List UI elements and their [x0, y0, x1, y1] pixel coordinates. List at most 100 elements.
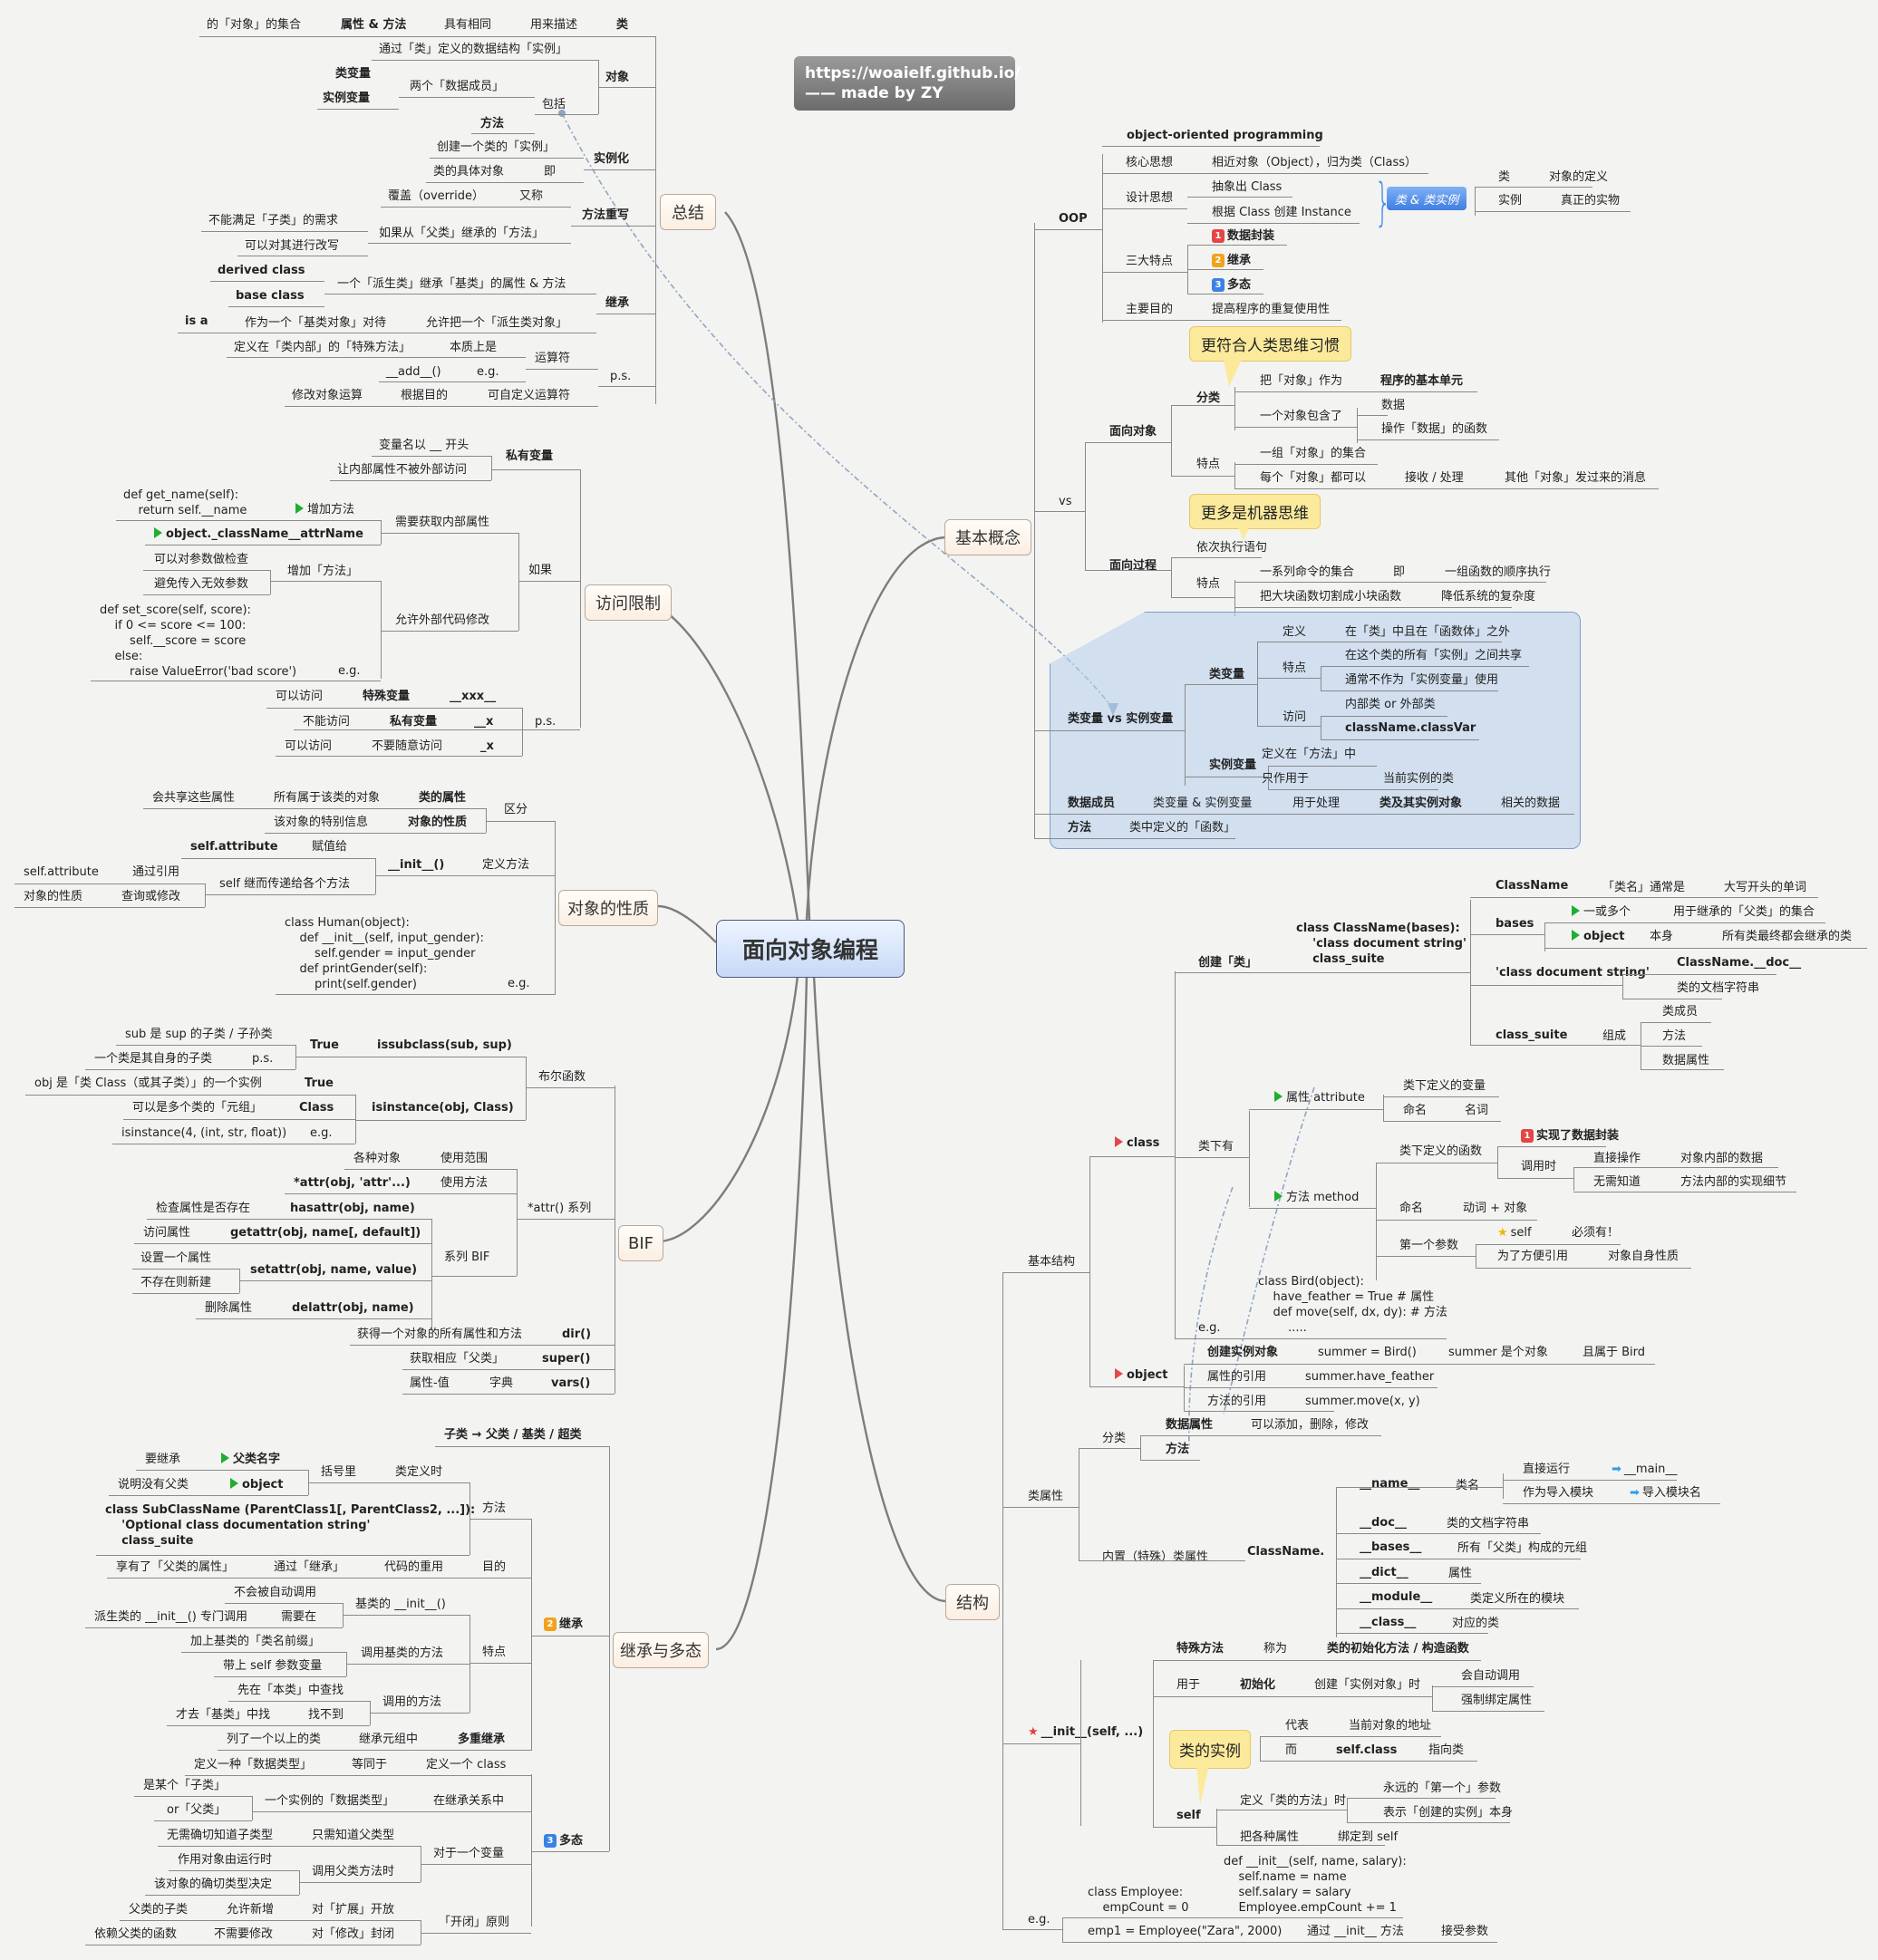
label: ClassName. — [1247, 1545, 1325, 1559]
connector-line — [1002, 1743, 1080, 1744]
label: 继承 — [1227, 254, 1252, 267]
connector-line — [1475, 211, 1631, 212]
label: isinstance(4, (int, str, float)) — [121, 1126, 287, 1140]
green-flag-icon — [1274, 1191, 1283, 1202]
connector-line — [1544, 922, 1825, 923]
label: 表示「创建的实例」本身 — [1383, 1806, 1514, 1820]
label: 核心思想 — [1126, 156, 1174, 169]
label: 才去「基类」中找 — [176, 1708, 271, 1722]
connector-line — [1260, 1761, 1477, 1762]
connector-line — [1249, 1208, 1376, 1209]
label: 代码的重用 — [384, 1560, 444, 1574]
connector-line — [107, 1578, 531, 1579]
label: summer.have_feather — [1305, 1370, 1435, 1384]
arrow-right-icon: ➡ — [1612, 1463, 1621, 1476]
label: 提高程序的重复使用性 — [1212, 303, 1331, 316]
label: 父类名字 — [233, 1453, 281, 1466]
label: base class — [236, 289, 305, 303]
label: 继承 — [559, 1617, 584, 1631]
connector-line — [421, 1864, 531, 1865]
connector-line — [25, 1095, 355, 1096]
label: 命名 — [1403, 1104, 1428, 1117]
label: 如果从「父类」继承的「方法」 — [379, 227, 545, 240]
label: self 继而传递给各个方法 — [219, 877, 351, 891]
label: 称为 — [1263, 1642, 1288, 1656]
connector-line — [1376, 1163, 1377, 1280]
mangled-name: object._className__attrName — [154, 527, 363, 542]
label: 面向过程 — [1109, 559, 1157, 573]
label: summer = Bird() — [1318, 1346, 1417, 1359]
label: 把「对象」作为 — [1260, 374, 1343, 388]
central-topic[interactable]: 面向对象编程 — [716, 920, 905, 978]
label: 方法 method — [1286, 1191, 1360, 1204]
label: 多态 — [559, 1834, 584, 1848]
label: 绑定到 self — [1338, 1830, 1399, 1844]
connector-line — [1503, 1503, 1720, 1504]
code-snippet: class Employee: empCount = 0 — [1088, 1886, 1189, 1915]
label: 类定义所在的模块 — [1470, 1592, 1565, 1606]
label: True — [305, 1077, 334, 1090]
label: 基类的 __init__() — [355, 1598, 446, 1611]
connector-line — [1184, 1366, 1185, 1411]
connector-line — [431, 1276, 517, 1277]
topic-object-properties[interactable]: 对象的性质 — [558, 890, 658, 926]
topic-bif[interactable]: BIF — [618, 1225, 663, 1261]
connector-line — [227, 357, 526, 358]
connector-line — [145, 545, 381, 546]
signature-url[interactable]: https://woaielf.github.io/ — [805, 63, 1021, 83]
tag-object: object — [230, 1478, 283, 1492]
connector-line — [375, 858, 376, 894]
label: 只需知道父类型 — [312, 1829, 395, 1842]
label: 先在「本类」中查找 — [237, 1684, 344, 1697]
topic-structure[interactable]: 结构 — [945, 1584, 1000, 1620]
label: 无需知道 — [1593, 1175, 1641, 1189]
connector-line — [598, 386, 655, 387]
connector-line — [1062, 1917, 1403, 1918]
connector-line — [522, 708, 523, 756]
label: 抽象出 Class — [1212, 180, 1283, 194]
label: self.attribute — [24, 865, 99, 879]
connector-line — [1234, 387, 1235, 430]
connector-line — [1641, 1022, 1711, 1023]
connector-line — [1376, 1256, 1476, 1257]
topic-access-restriction[interactable]: 访问限制 — [585, 584, 672, 621]
label: 要继承 — [145, 1453, 181, 1466]
label: 三大特点 — [1126, 255, 1174, 268]
label: 类变量 — [335, 67, 372, 81]
topic-summary[interactable]: 总结 — [660, 194, 716, 230]
connector-line — [1234, 391, 1477, 392]
label: 可以添加，删除，修改 — [1251, 1418, 1370, 1432]
label: 继承元组中 — [359, 1733, 419, 1746]
node-method: 方法 method — [1274, 1191, 1359, 1205]
label: dir() — [562, 1328, 592, 1341]
label: 定义方法 — [482, 858, 530, 872]
class-and-instance-chip[interactable]: 类 & 类实例 — [1387, 187, 1467, 210]
topic-inheritance-polymorphism[interactable]: 继承与多态 — [613, 1632, 709, 1668]
connector-line — [526, 1087, 615, 1088]
label: 数据封装 — [1227, 229, 1275, 243]
connector-line — [1216, 1809, 1217, 1845]
label: self — [1510, 1226, 1532, 1240]
label: 获取相应「父类」 — [410, 1352, 505, 1366]
connector-line — [1034, 730, 1185, 731]
tag-self: ★ self — [1497, 1226, 1532, 1241]
label: 数据属性 — [1166, 1418, 1214, 1432]
label: 私有变量 — [506, 449, 554, 463]
tag-encapsulation: 1 实现了数据封装 — [1521, 1129, 1619, 1144]
label: e.g. — [477, 365, 499, 379]
connector-line — [1497, 1146, 1606, 1147]
topic-basic-concepts[interactable]: 基本概念 — [944, 519, 1031, 555]
label: OOP — [1059, 212, 1088, 226]
connector-line — [1432, 1686, 1534, 1687]
connector-line — [1260, 1737, 1261, 1761]
connector-line — [1102, 146, 1320, 147]
label: e.g. — [1028, 1913, 1050, 1926]
connector-line — [1257, 642, 1258, 726]
label: vars() — [551, 1376, 591, 1390]
label: 真正的实物 — [1561, 194, 1621, 208]
code-snippet: class SubClassName (ParentClass1[, Paren… — [105, 1503, 476, 1548]
label: 只作用于 — [1262, 772, 1310, 786]
label: 不能访问 — [303, 715, 351, 729]
connector-line — [294, 729, 580, 730]
connector-line — [430, 158, 584, 159]
